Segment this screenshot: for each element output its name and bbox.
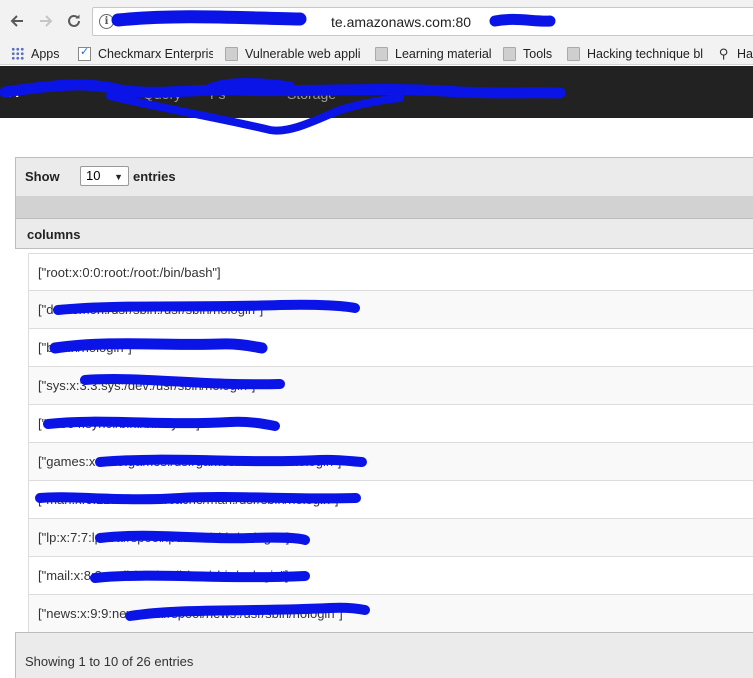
table-cell: ["lp:x:7:7:lp:/var/spool/lpd:/usr/sbin/n… — [38, 530, 290, 545]
table-length-bar: Show 10 ▼ entries — [16, 158, 753, 196]
url-host: te.amazonaws.com:80 — [331, 14, 472, 30]
nav-item-query[interactable]: Query — [143, 86, 181, 102]
bookmark-checkmarx[interactable]: Checkmarx Enterprise — [78, 45, 213, 63]
url-text[interactable]: te.amazonaws.com:80 — [123, 14, 471, 30]
table-footer: Showing 1 to 10 of 26 entries — [15, 632, 753, 678]
table-row: ["d daemon:/usr/sbin:/usr/sbin/nologin"] — [28, 291, 753, 329]
table-controls-panel: Show 10 ▼ entries — [15, 157, 753, 219]
arrow-right-icon[interactable] — [35, 10, 57, 32]
chevron-down-icon: ▼ — [114, 172, 123, 182]
apps-grid-icon — [11, 47, 24, 61]
browser-toolbar: i te.amazonaws.com:80 — [0, 0, 753, 42]
bookmark-vulnerable-web[interactable]: Vulnerable web appli — [225, 45, 364, 63]
table-row: ["games:x:5:60:games:/usr/games:/usr/sbi… — [28, 443, 753, 481]
bookmark-learning-material[interactable]: Learning material — [375, 45, 493, 63]
bookmark-ha[interactable]: ⚲ Ha — [717, 45, 753, 63]
bookmarks-bar: Apps Checkmarx Enterprise Vulnerable web… — [0, 42, 753, 65]
folder-icon — [225, 47, 238, 61]
length-label: Show — [25, 169, 60, 184]
table-cell: ["d daemon:/usr/sbin:/usr/sbin/nologin"] — [38, 302, 264, 317]
nav-item-fs[interactable]: Fs — [210, 86, 226, 102]
checkmarx-icon — [78, 45, 91, 61]
navbar-brand[interactable]: A — [8, 84, 19, 101]
table-cell: ["root:x:0:0:root:/root:/bin/bash"] — [38, 265, 221, 280]
pin-icon: ⚲ — [718, 46, 729, 61]
address-bar[interactable]: i te.amazonaws.com:80 — [92, 7, 753, 36]
table-row: ["s :534:sync:/bin:/bin/sync"] — [28, 405, 753, 443]
table-cell: ["games:x:5:60:games:/usr/games:/usr/sbi… — [38, 454, 342, 469]
bookmark-hacking-technique[interactable]: Hacking technique bl — [567, 45, 707, 63]
column-header-columns[interactable]: columns — [15, 219, 753, 249]
table-cell: ["mail:x:8:8:mail:/var/mail:/usr/sbin/no… — [38, 568, 289, 583]
info-icon[interactable]: i — [99, 14, 114, 29]
table-row: ["man:x:6:12:man:/var/cache/man:/usr/sbi… — [28, 481, 753, 519]
bookmark-apps[interactable]: Apps — [11, 45, 71, 63]
app-navbar: A Query Fs Storage — [0, 66, 753, 118]
table-cell: ["s :534:sync:/bin:/bin/sync"] — [38, 416, 200, 431]
table-cell: ["sys:x:3:3:sys:/dev:/usr/sbin/nologin"] — [38, 378, 256, 393]
table-info: Showing 1 to 10 of 26 entries — [25, 654, 194, 669]
length-suffix: entries — [133, 169, 176, 184]
nav-item-storage[interactable]: Storage — [287, 86, 336, 102]
folder-icon — [567, 47, 580, 61]
column-header-label: columns — [27, 227, 81, 242]
table-cell: ["b /bin/nologin"] — [38, 340, 132, 355]
folder-icon — [375, 47, 388, 61]
table-row: ["lp:x:7:7:lp:/var/spool/lpd:/usr/sbin/n… — [28, 519, 753, 557]
bookmark-tools[interactable]: Tools — [503, 45, 558, 63]
reload-icon[interactable] — [63, 10, 85, 32]
table-row: ["sys:x:3:3:sys:/dev:/usr/sbin/nologin"] — [28, 367, 753, 405]
folder-icon — [503, 47, 516, 61]
table-row: ["b /bin/nologin"] — [28, 329, 753, 367]
table-row: ["root:x:0:0:root:/root:/bin/bash"] — [28, 253, 753, 291]
table-row: ["mail:x:8:8:mail:/var/mail:/usr/sbin/no… — [28, 557, 753, 595]
table-cell: ["man:x:6:12:man:/var/cache/man:/usr/sbi… — [38, 492, 339, 507]
table-row: ["news:x:9:9:news:/var/spool/news:/usr/s… — [28, 595, 753, 633]
entries-per-page-select[interactable]: 10 ▼ — [80, 166, 129, 186]
arrow-left-icon[interactable] — [6, 10, 28, 32]
table-body: ["root:x:0:0:root:/root:/bin/bash"] ["d … — [28, 253, 753, 633]
length-value: 10 — [86, 168, 101, 183]
table-cell: ["news:x:9:9:news:/var/spool/news:/usr/s… — [38, 606, 343, 621]
